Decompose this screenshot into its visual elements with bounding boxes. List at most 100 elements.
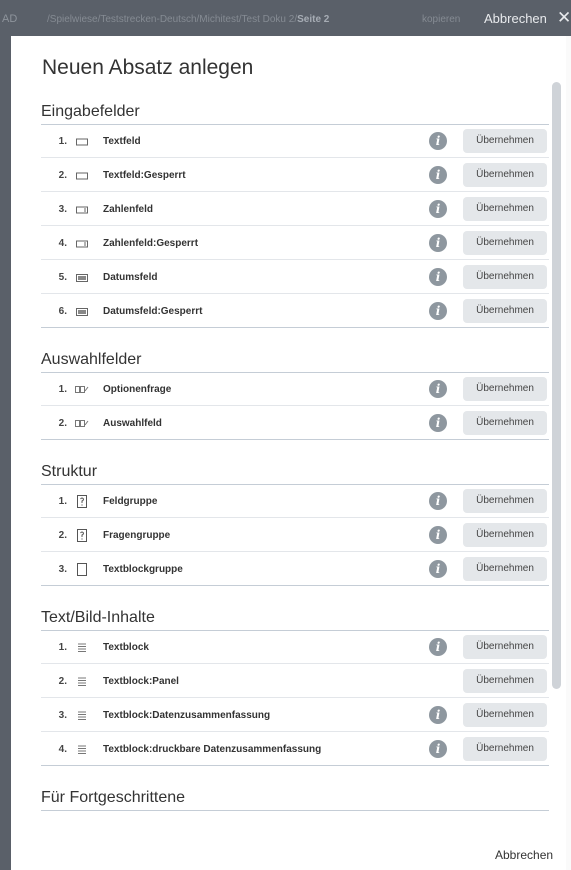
item-label: Textblock:Panel [103,676,179,687]
list-item: 1. Feldgruppe i Übernehmen [41,485,549,518]
section-divider [41,810,549,811]
item-label: Optionenfrage [103,384,172,395]
background-edge [566,36,571,870]
info-icon[interactable]: i [429,200,447,218]
breadcrumb-current: Seite 2 [297,14,330,25]
info-icon[interactable]: i [429,302,447,320]
item-label: Zahlenfeld [103,204,154,215]
item-number: 2. [58,530,67,541]
item-number: 3. [58,564,67,575]
cancel-button[interactable]: Abbrechen [495,848,553,862]
item-label: Textfeld [103,136,141,147]
item-label: Datumsfeld [103,272,158,283]
option-icon [75,417,89,429]
numberfield-icon [75,203,89,215]
item-label: Feldgruppe [103,496,158,507]
question-group-icon [75,495,89,508]
section-title: Struktur [41,463,98,480]
item-number: 1. [58,384,67,395]
info-icon[interactable]: i [429,638,447,656]
list-item: 4. Zahlenfeld:Gesperrt i Übernehmen [41,227,549,260]
list-item: 3. Textblock:Datenzusammenfassung i Überneh… [41,699,549,732]
apply-button[interactable]: Übernehmen [463,411,547,435]
apply-button[interactable]: Übernehmen [463,197,547,221]
background-panel [0,36,11,870]
info-icon[interactable]: i [429,414,447,432]
info-icon[interactable]: i [429,492,447,510]
copy-button[interactable]: kopieren [422,14,460,25]
apply-button[interactable]: Übernehmen [463,703,547,727]
page-icon [75,563,89,576]
info-icon[interactable]: i [429,740,447,758]
apply-button[interactable]: Übernehmen [463,737,547,761]
text-lines-icon [75,641,89,653]
info-icon[interactable]: i [429,560,447,578]
new-paragraph-dialog: Neuen Absatz anlegen Eingabefelder 1. Text… [11,36,566,870]
item-number: 4. [58,744,67,755]
datefield-icon [75,305,89,317]
apply-button[interactable]: Übernehmen [463,669,547,693]
item-number: 5. [58,272,67,283]
paragraph-type-list[interactable]: Eingabefelder 1. Textfeld i Übernehmen 2. Text… [11,98,566,816]
apply-button[interactable]: Übernehmen [463,557,547,581]
list-item: 3. Zahlenfeld i Übernehmen [41,193,549,226]
info-icon[interactable]: i [429,526,447,544]
list-item: 2. Auswahlfeld i Übernehmen [41,407,549,440]
list-item: 3. Textblockgruppe i Übernehmen [41,553,549,586]
item-label: Textblockgruppe [103,564,183,575]
item-number: 3. [58,204,67,215]
list-item: 4. Textblock:druckbare Datenzusammenfassu… [41,733,549,766]
info-icon[interactable]: i [429,132,447,150]
section-title: Auswahlfelder [41,351,142,368]
list-item: 6. Datumsfeld:Gesperrt i Übernehmen [41,295,549,328]
apply-button[interactable]: Übernehmen [463,163,547,187]
apply-button[interactable]: Übernehmen [463,377,547,401]
apply-button[interactable]: Übernehmen [463,129,547,153]
item-number: 1. [58,642,67,653]
text-lines-icon [75,675,89,687]
scrollbar[interactable] [552,82,561,689]
apply-button[interactable]: Übernehmen [463,265,547,289]
apply-button[interactable]: Übernehmen [463,231,547,255]
info-icon[interactable]: i [429,234,447,252]
list-item: 2. Textfeld:Gesperrt i Übernehmen [41,159,549,192]
info-icon[interactable]: i [429,268,447,286]
item-number: 3. [58,710,67,721]
apply-button[interactable]: Übernehmen [463,299,547,323]
info-icon[interactable]: i [429,380,447,398]
item-number: 1. [58,496,67,507]
item-label: Textblock:Datenzusammenfassung [103,710,271,721]
section-title: Eingabefelder [41,103,140,120]
item-label: Textfeld:Gesperrt [103,170,186,181]
item-number: 4. [58,238,67,249]
text-lines-icon [75,709,89,721]
app-badge: AD [2,13,18,25]
apply-button[interactable]: Übernehmen [463,489,547,513]
breadcrumb-path: /Spielwiese/Teststrecken-Deutsch/Michite… [47,14,298,25]
apply-button[interactable]: Übernehmen [463,523,547,547]
top-bar: AD /Spielwiese/Teststrecken-Deutsch/Mich… [0,0,571,36]
item-number: 2. [58,418,67,429]
dialog-title: Neuen Absatz anlegen [42,56,254,79]
textfield-icon [75,135,89,147]
list-item: 5. Datumsfeld i Übernehmen [41,261,549,294]
list-item: 2. Textblock:Panel Übernehmen [41,665,549,698]
datefield-icon [75,271,89,283]
section-title: Für Fortgeschrittene [41,789,186,806]
list-item: 2. Fragengruppe i Übernehmen [41,519,549,552]
info-icon[interactable]: i [429,706,447,724]
apply-button[interactable]: Übernehmen [463,635,547,659]
info-icon[interactable]: i [429,166,447,184]
list-item: 1. Textblock i Übernehmen [41,631,549,664]
section-title: Text/Bild-Inhalte [41,609,155,626]
close-icon[interactable]: ✕ [557,8,571,28]
top-cancel-button[interactable]: Abbrechen [484,11,547,26]
item-label: Fragengruppe [103,530,171,541]
text-lines-icon [75,743,89,755]
list-item: 1. Textfeld i Übernehmen [41,125,549,158]
option-icon [75,383,89,395]
item-number: 2. [58,170,67,181]
item-label: Zahlenfeld:Gesperrt [103,238,199,249]
item-label: Textblock:druckbare Datenzusammenfassung [103,744,322,755]
textfield-icon [75,169,89,181]
